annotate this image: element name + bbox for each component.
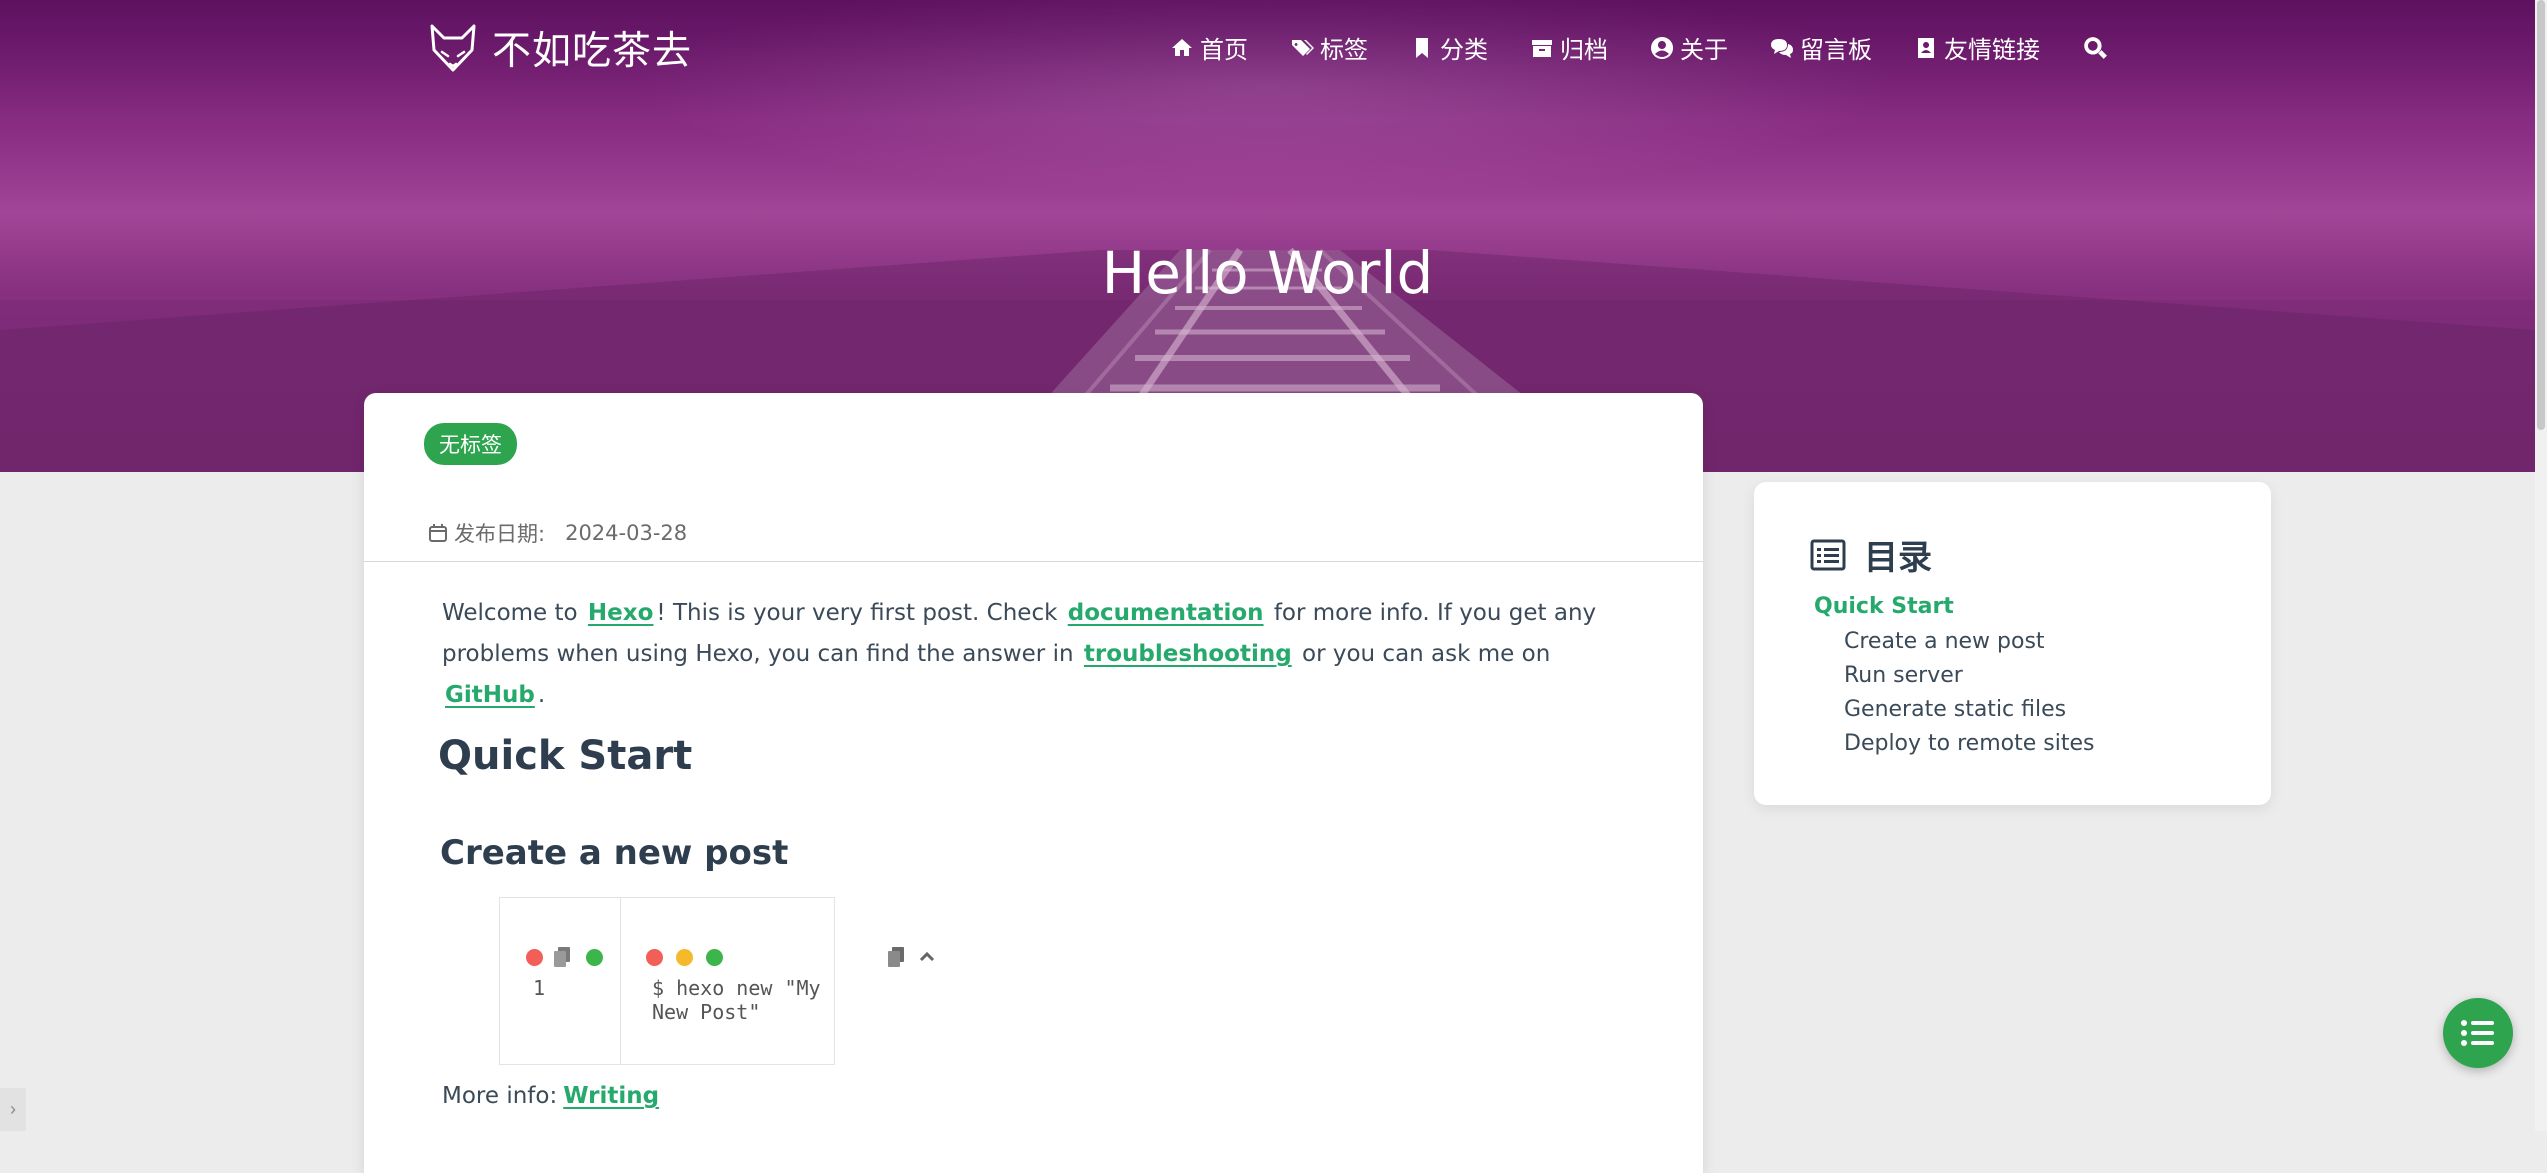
archive-icon	[1532, 39, 1552, 57]
green-dot-icon	[706, 949, 723, 966]
yellow-dot-icon	[676, 949, 693, 966]
toc-item-deploy[interactable]: Deploy to remote sites	[1844, 731, 2094, 756]
meta-divider	[364, 561, 1703, 562]
nav-label: 首页	[1200, 36, 1248, 64]
date-label: 发布日期:	[454, 522, 546, 546]
documentation-link[interactable]: documentation	[1068, 600, 1264, 626]
bookmark-icon	[1416, 37, 1428, 58]
collapse-chevron-icon[interactable]	[918, 948, 936, 966]
heading-create-post: Create a new post	[440, 833, 789, 873]
fox-logo-icon	[430, 24, 476, 72]
scrollbar-thumb[interactable]	[2537, 0, 2545, 430]
list-icon	[1810, 539, 1846, 570]
red-dot-icon	[646, 949, 663, 966]
toc-header: 目录	[1810, 530, 1932, 579]
toc-item-generate-static[interactable]: Generate static files	[1844, 697, 2066, 722]
toc-toggle-button[interactable]	[2443, 998, 2513, 1068]
copy-code-icon[interactable]	[886, 945, 906, 969]
toc-panel: 目录 Quick Start Create a new post Run ser…	[1754, 482, 2271, 805]
comments-icon	[1771, 38, 1793, 58]
copy-icon[interactable]	[552, 945, 572, 969]
toc-item-create-post[interactable]: Create a new post	[1844, 629, 2045, 654]
post-meta: 发布日期: 2024-03-28	[428, 518, 687, 548]
tags-icon	[1292, 39, 1314, 56]
troubleshooting-link[interactable]: troubleshooting	[1084, 641, 1292, 667]
line-number: 1	[533, 976, 546, 1000]
red-dot-icon	[526, 949, 543, 966]
post-card: 无标签 发布日期: 2024-03-28 Welcome to Hexo! Th…	[364, 393, 1703, 1173]
nav-label: 归档	[1560, 36, 1608, 64]
more-info-label: More info:	[442, 1083, 558, 1109]
intro-text: ! This is your very first post. Check	[656, 600, 1058, 626]
toc-item-quick-start[interactable]: Quick Start	[1814, 594, 1954, 619]
nav-label: 标签	[1320, 36, 1368, 64]
site-name: 不如吃茶去	[492, 29, 693, 74]
list-ul-icon	[2461, 1020, 2494, 1046]
nav-label: 留言板	[1800, 36, 1872, 64]
nav-item-tags[interactable]: 标签	[1290, 30, 1368, 65]
intro-text: Welcome to	[442, 600, 578, 626]
post-date: 2024-03-28	[565, 521, 688, 545]
sidebar-expand-arrow[interactable]: ›	[0, 1088, 26, 1131]
post-intro: Welcome to Hexo! This is your very first…	[442, 593, 1622, 716]
code-block: 1 $ hexo new "My New Post"	[499, 897, 935, 1065]
user-circle-icon	[1651, 36, 1674, 59]
toc-item-run-server[interactable]: Run server	[1844, 663, 1963, 688]
home-icon	[1172, 38, 1192, 56]
writing-link[interactable]: Writing	[563, 1083, 659, 1109]
green-dot-icon	[586, 949, 603, 966]
nav-item-links[interactable]: 友情链接	[1914, 30, 2040, 65]
heading-quick-start: Quick Start	[438, 733, 693, 779]
intro-text: .	[537, 682, 546, 708]
top-nav: 首页 标签 分类 归档 关于 留言板 友情链接	[1170, 30, 2150, 65]
nav-label: 分类	[1440, 36, 1488, 64]
more-info: More info: Writing	[442, 1083, 659, 1109]
nav-item-archive[interactable]: 归档	[1530, 30, 1608, 65]
calendar-icon	[429, 524, 447, 542]
site-brand[interactable]: 不如吃茶去	[428, 20, 692, 76]
nav-item-about[interactable]: 关于	[1650, 30, 1728, 65]
code-gutter: 1	[500, 898, 621, 1064]
intro-text: or you can ask me on	[1302, 641, 1551, 667]
code-line: $ hexo new "My New Post"	[652, 976, 821, 1024]
post-tag-badge[interactable]: 无标签	[424, 423, 517, 465]
nav-item-home[interactable]: 首页	[1170, 30, 1248, 65]
search-icon	[2084, 36, 2107, 59]
github-link[interactable]: GitHub	[445, 682, 535, 708]
nav-label: 关于	[1680, 36, 1728, 64]
nav-search-button[interactable]	[2082, 35, 2108, 61]
hexo-link[interactable]: Hexo	[588, 600, 654, 626]
nav-label: 友情链接	[1944, 36, 2040, 64]
toc-title: 目录	[1864, 538, 1932, 578]
scrollbar-track[interactable]	[2535, 0, 2547, 1131]
nav-item-categories[interactable]: 分类	[1410, 30, 1488, 65]
address-book-icon	[1918, 37, 1934, 58]
page-title: Hello World	[1101, 238, 1434, 307]
nav-item-guestbook[interactable]: 留言板	[1770, 30, 1872, 65]
